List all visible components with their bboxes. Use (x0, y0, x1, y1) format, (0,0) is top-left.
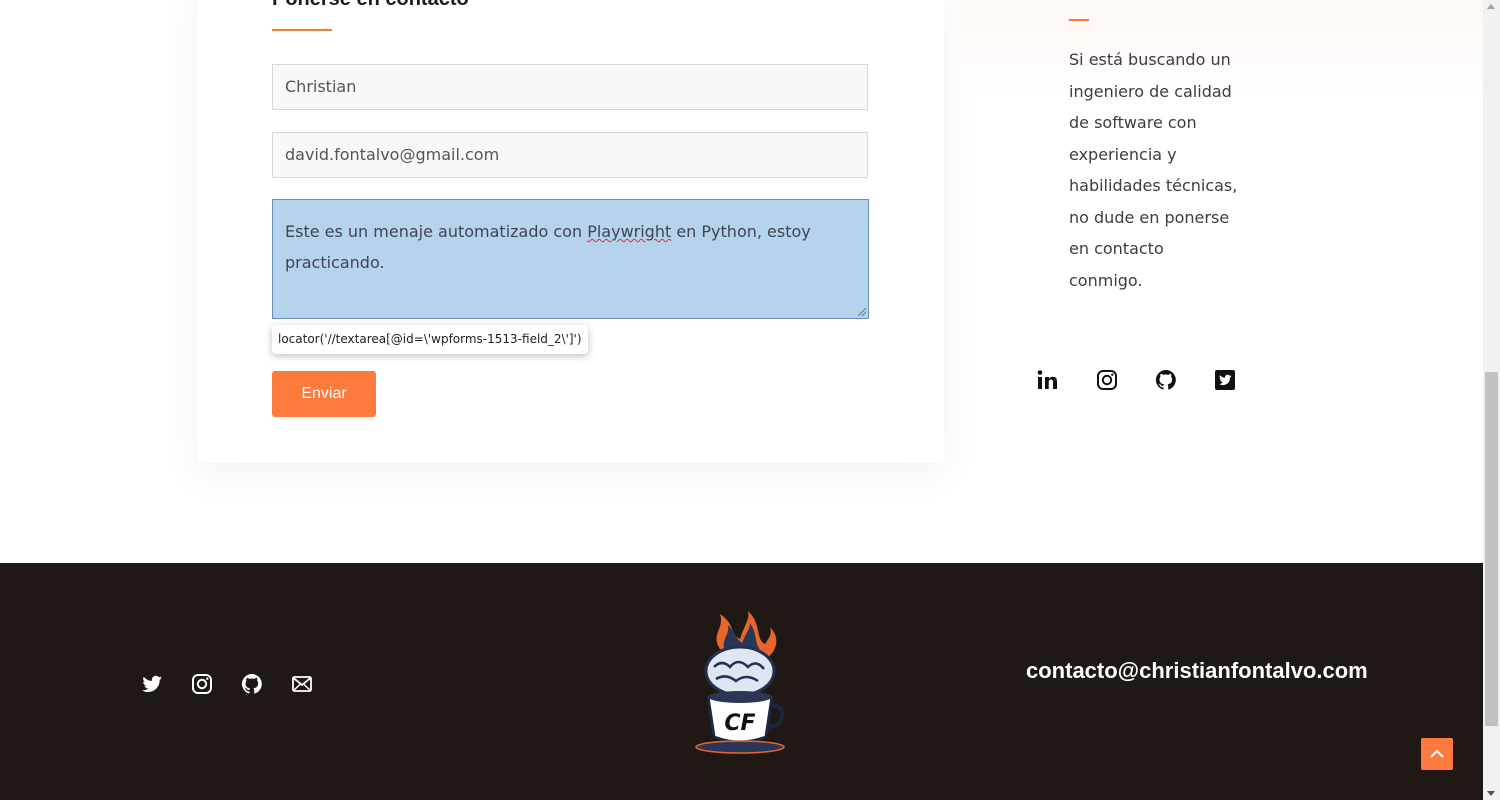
side-accent-line (1069, 19, 1089, 21)
submit-button[interactable]: Enviar (272, 371, 376, 417)
github-icon[interactable] (240, 672, 264, 696)
coffee-brain-logo[interactable]: CF (690, 609, 790, 759)
resize-grip[interactable] (858, 308, 866, 316)
github-icon[interactable] (1154, 368, 1178, 392)
chevron-up-icon (1430, 749, 1444, 758)
contact-title: Ponerse en contacto (272, 0, 469, 11)
mail-icon[interactable] (290, 672, 314, 696)
message-text-misspelled: Playwright (587, 222, 672, 241)
name-field[interactable]: Christian (272, 64, 868, 110)
logo-text: CF (724, 711, 755, 736)
email-field[interactable]: david.fontalvo@gmail.com (272, 132, 868, 178)
scroll-down-arrow-icon[interactable] (1487, 791, 1495, 796)
footer: CF contacto@christianfontalvo.com (0, 563, 1483, 800)
twitter-square-icon[interactable] (1213, 368, 1237, 392)
footer-email-link[interactable]: contacto@christianfontalvo.com (1026, 658, 1368, 684)
contact-card: Ponerse en contacto Christian david.font… (197, 0, 944, 463)
side-social-links (1036, 368, 1237, 392)
message-text-part-1: Este es un menaje automatizado con (285, 222, 588, 241)
scrollbar-thumb[interactable] (1485, 372, 1498, 726)
side-description: Si está buscando un ingeniero de calidad… (1069, 50, 1238, 290)
instagram-icon[interactable] (190, 672, 214, 696)
title-underline (272, 29, 332, 31)
scroll-up-arrow-icon[interactable] (1487, 4, 1495, 9)
page: Ponerse en contacto Christian david.font… (0, 0, 1483, 800)
message-textarea[interactable]: Este es un menaje automatizado con Playw… (272, 199, 869, 319)
twitter-icon[interactable] (140, 672, 164, 696)
footer-social-links (140, 672, 314, 696)
linkedin-icon[interactable] (1036, 368, 1060, 392)
scroll-to-top-button[interactable] (1421, 738, 1453, 770)
instagram-icon[interactable] (1095, 368, 1119, 392)
page-scrollbar[interactable] (1483, 0, 1500, 800)
locator-tooltip: locator('//textarea[@id=\'wpforms-1513-f… (272, 325, 588, 354)
